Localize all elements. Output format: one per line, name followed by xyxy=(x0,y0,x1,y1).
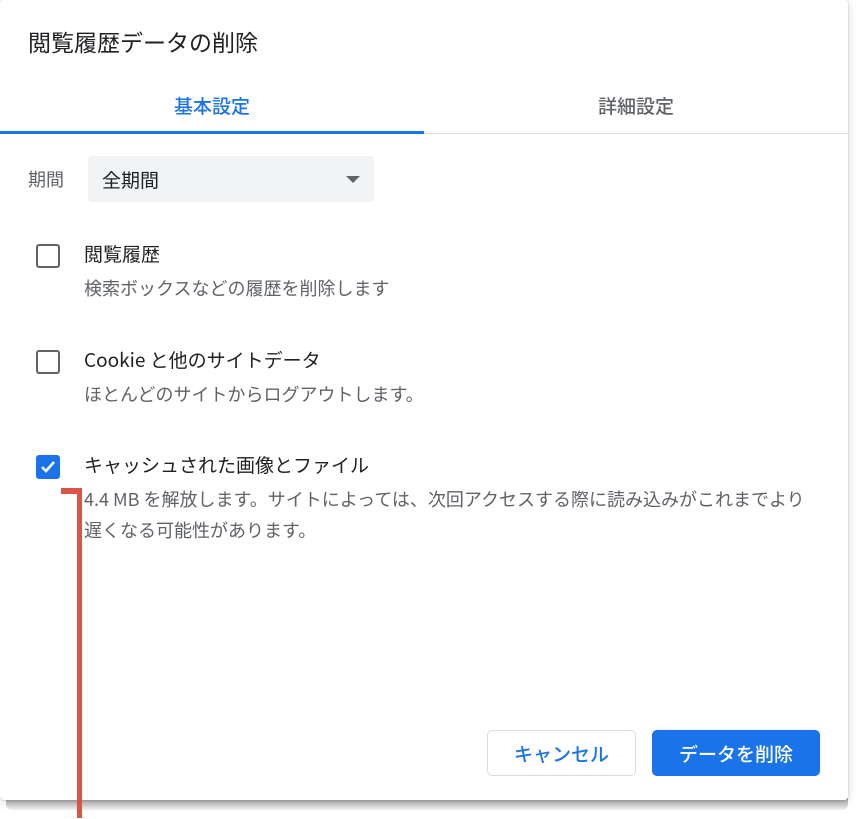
annotation-line xyxy=(77,494,82,818)
dialog-title: 閲覧履歴データの削除 xyxy=(0,0,848,78)
option-texts: 閲覧履歴 検索ボックスなどの履歴を削除します xyxy=(84,240,820,304)
checkbox-browsing-history[interactable] xyxy=(36,244,60,268)
clear-browsing-data-dialog: 閲覧履歴データの削除 基本設定 詳細設定 期間 全期間 閲覧履歴 検索ボックスな… xyxy=(0,0,848,800)
option-title: Cookie と他のサイトデータ xyxy=(84,346,820,373)
option-title: 閲覧履歴 xyxy=(84,240,820,267)
delete-data-button[interactable]: データを削除 xyxy=(652,730,820,776)
option-cookies: Cookie と他のサイトデータ ほとんどのサイトからログアウトします。 xyxy=(28,346,820,410)
option-desc: ほとんどのサイトからログアウトします。 xyxy=(84,379,820,410)
dialog-body: 期間 全期間 閲覧履歴 検索ボックスなどの履歴を削除します Cookie と他の… xyxy=(0,134,848,712)
option-title: キャッシュされた画像とファイル xyxy=(84,451,820,478)
option-texts: キャッシュされた画像とファイル 4.4 MB を解放します。サイトによっては、次… xyxy=(84,451,820,545)
option-desc: 4.4 MB を解放します。サイトによっては、次回アクセスする際に読み込みがこれ… xyxy=(84,484,820,545)
option-desc: 検索ボックスなどの履歴を削除します xyxy=(84,273,820,304)
option-texts: Cookie と他のサイトデータ ほとんどのサイトからログアウトします。 xyxy=(84,346,820,410)
cancel-button[interactable]: キャンセル xyxy=(487,730,636,776)
time-range-row: 期間 全期間 xyxy=(28,156,820,202)
tabs-container: 基本設定 詳細設定 xyxy=(0,78,848,134)
checkbox-cached-images[interactable] xyxy=(36,455,60,479)
time-range-label: 期間 xyxy=(28,166,64,192)
tab-basic[interactable]: 基本設定 xyxy=(0,78,424,133)
dialog-footer: キャンセル データを削除 xyxy=(0,712,848,800)
chevron-down-icon xyxy=(346,176,360,183)
tab-advanced[interactable]: 詳細設定 xyxy=(424,78,848,133)
option-cached-images: キャッシュされた画像とファイル 4.4 MB を解放します。サイトによっては、次… xyxy=(28,451,820,545)
checkbox-cookies[interactable] xyxy=(36,350,60,374)
option-browsing-history: 閲覧履歴 検索ボックスなどの履歴を削除します xyxy=(28,240,820,304)
time-range-select[interactable]: 全期間 xyxy=(88,156,374,202)
time-range-value: 全期間 xyxy=(102,166,159,193)
